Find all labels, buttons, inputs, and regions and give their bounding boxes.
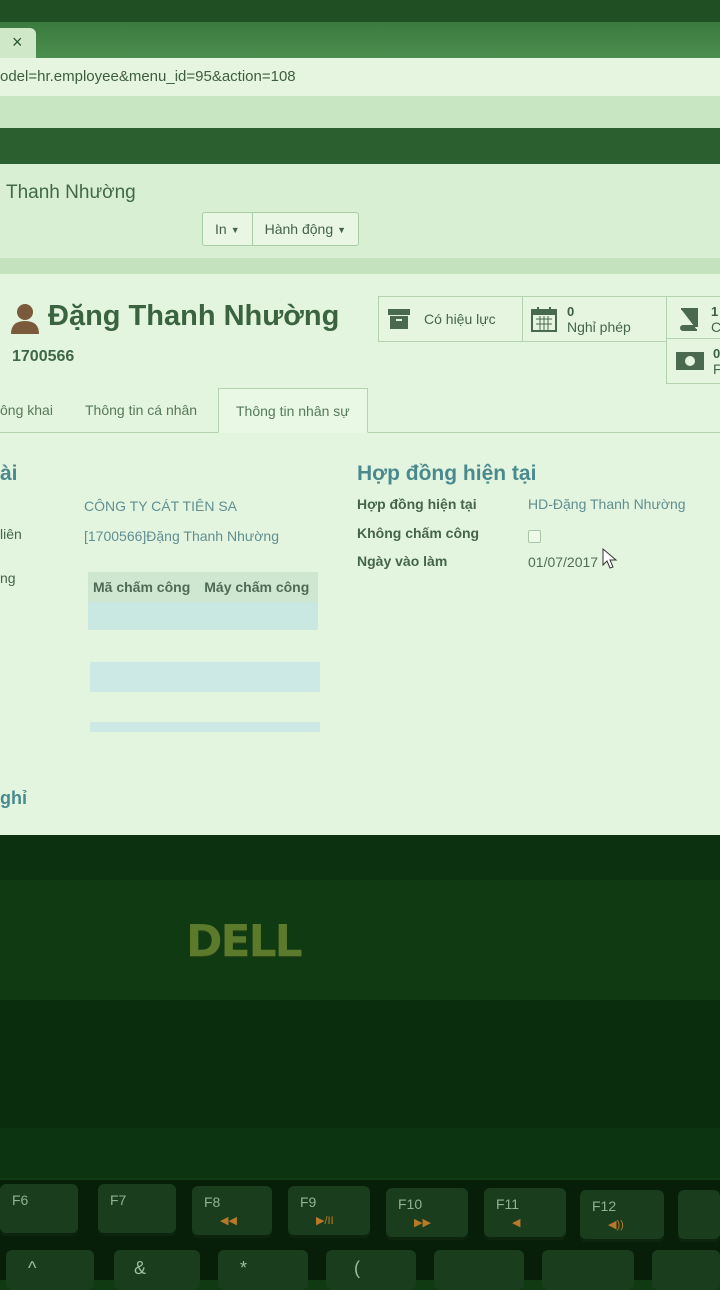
key-next-2[interactable] bbox=[542, 1250, 634, 1290]
form-sheet: Đặng Thanh Nhường 1700566 Có hiệu lực 0 … bbox=[0, 274, 720, 835]
close-icon[interactable]: × bbox=[12, 32, 23, 53]
payslip-label: F bbox=[713, 360, 720, 377]
key-label: * bbox=[240, 1258, 248, 1278]
key-label: F8 bbox=[204, 1194, 221, 1210]
caret-down-icon: ▼ bbox=[230, 225, 240, 236]
print-button[interactable]: In ▼ bbox=[203, 213, 253, 245]
employee-name: Đặng Thanh Nhường bbox=[48, 300, 340, 332]
contract-label: Hợp đồng hiện tại bbox=[357, 496, 477, 512]
start-date-label: Ngày vào làm bbox=[357, 553, 448, 569]
address-bar[interactable]: odel=hr.employee&menu_id=95&action=108 bbox=[0, 58, 720, 97]
key-f10[interactable]: F10 ▶▶ bbox=[386, 1188, 468, 1240]
tab-personal-info[interactable]: Thông tin cá nhân bbox=[72, 388, 210, 431]
fast-forward-icon: ▶▶ bbox=[414, 1217, 431, 1229]
key-f8[interactable]: F8 ◀◀ bbox=[192, 1186, 272, 1238]
key-label: F9 bbox=[300, 1194, 317, 1210]
leave-group-title: ghỉ bbox=[0, 788, 27, 808]
mouse-cursor-icon bbox=[602, 548, 618, 569]
app-top-nav bbox=[0, 128, 720, 164]
contract-group-title: Hợp đồng hiện tại bbox=[357, 462, 537, 485]
col-attendance-code[interactable]: Mã chấm công bbox=[93, 579, 190, 595]
key-f12[interactable]: F12 ◀)) bbox=[580, 1190, 664, 1242]
key-label: F12 bbox=[592, 1198, 617, 1214]
volume-up-icon: ◀)) bbox=[608, 1219, 624, 1231]
key-caret[interactable]: ^ bbox=[6, 1250, 94, 1290]
archive-icon bbox=[388, 309, 410, 329]
key-f9[interactable]: F9 ▶/II bbox=[288, 1186, 370, 1238]
active-status-button[interactable]: Có hiệu lực bbox=[378, 296, 524, 342]
screen-bezel bbox=[0, 835, 720, 880]
key-next-3[interactable] bbox=[652, 1250, 720, 1290]
url-text[interactable]: odel=hr.employee&menu_id=95&action=108 bbox=[0, 68, 296, 85]
key-label: & bbox=[134, 1258, 147, 1278]
attendance-table-header: Mã chấm công Máy chấm công bbox=[88, 572, 318, 602]
play-pause-icon: ▶/II bbox=[316, 1215, 334, 1227]
tab-hr-info[interactable]: Thông tin nhân sự bbox=[218, 388, 368, 433]
table-footer-bar bbox=[90, 662, 320, 692]
user-icon bbox=[11, 304, 39, 334]
key-label: F11 bbox=[496, 1196, 520, 1212]
table-divider bbox=[90, 722, 320, 732]
notebook-tabs: ông khai Thông tin cá nhân Thông tin nhâ… bbox=[0, 388, 720, 433]
key-label: ^ bbox=[28, 1258, 37, 1278]
leave-button[interactable]: 0 Nghỉ phép bbox=[522, 296, 668, 342]
payslip-button[interactable]: 0 F bbox=[666, 338, 720, 384]
key-f6[interactable]: F6 bbox=[0, 1184, 78, 1236]
key-f11[interactable]: F11 ◀ bbox=[484, 1188, 566, 1240]
action-button[interactable]: Hành động ▼ bbox=[253, 213, 358, 245]
breadcrumb[interactable]: Thanh Nhường bbox=[6, 182, 136, 204]
money-icon bbox=[676, 352, 704, 370]
key-next[interactable] bbox=[434, 1250, 524, 1290]
screen-top-edge bbox=[0, 0, 720, 22]
action-label: Hành động bbox=[264, 221, 334, 237]
no-attendance-label: Không chấm công bbox=[357, 525, 480, 541]
tab-public-info[interactable]: ông khai bbox=[0, 388, 59, 431]
key-label: ( bbox=[354, 1258, 360, 1278]
calendar-icon bbox=[531, 307, 557, 332]
employee-link-label: liên bbox=[0, 526, 22, 542]
rewind-icon: ◀◀ bbox=[220, 1215, 237, 1227]
book-icon bbox=[680, 308, 698, 331]
key-paren[interactable]: ( bbox=[326, 1250, 416, 1290]
key-f7[interactable]: F7 bbox=[98, 1184, 176, 1236]
key-label: F10 bbox=[398, 1196, 423, 1212]
laptop-screen: × odel=hr.employee&menu_id=95&action=108… bbox=[0, 0, 720, 835]
leave-count: 0 bbox=[567, 303, 575, 319]
documents-count: 1 bbox=[711, 303, 719, 319]
start-date-value[interactable]: 01/07/2017 bbox=[528, 554, 598, 570]
leave-label: Nghỉ phép bbox=[567, 318, 631, 335]
documents-button[interactable]: 1 C bbox=[666, 296, 720, 342]
employee-id: 1700566 bbox=[12, 348, 75, 365]
action-button-group: In ▼ Hành động ▼ bbox=[202, 212, 360, 246]
company-value[interactable]: CÔNG TY CÁT TIÊN SA bbox=[84, 498, 237, 514]
no-attendance-checkbox[interactable] bbox=[528, 530, 541, 543]
browser-tab-strip: × bbox=[0, 22, 720, 58]
active-status-label: Có hiệu lực bbox=[424, 311, 496, 327]
attendance-table-row[interactable] bbox=[88, 602, 318, 630]
print-label: In bbox=[215, 221, 227, 237]
sheet-background bbox=[0, 258, 720, 274]
col-attendance-machine[interactable]: Máy chấm công bbox=[204, 579, 309, 595]
contract-value[interactable]: HD-Đặng Thanh Nhường bbox=[528, 496, 686, 512]
attendance-table: Mã chấm công Máy chấm công bbox=[88, 572, 318, 630]
dell-logo: DELL bbox=[186, 916, 303, 967]
documents-label: C bbox=[711, 318, 720, 335]
left-group-title: ài bbox=[0, 462, 18, 485]
payslip-count: 0 bbox=[713, 345, 720, 361]
volume-mute-icon: ◀ bbox=[512, 1217, 521, 1229]
employee-link-value[interactable]: [1700566]Đặng Thanh Nhường bbox=[84, 528, 279, 544]
control-panel: Thanh Nhường In ▼ Hành động ▼ bbox=[0, 164, 720, 259]
laptop-hinge bbox=[0, 1128, 720, 1178]
key-extra[interactable] bbox=[678, 1190, 720, 1242]
attendance-label: ng bbox=[0, 570, 16, 586]
key-label: F6 bbox=[12, 1192, 29, 1208]
bookmark-bar bbox=[0, 96, 720, 128]
key-asterisk[interactable]: * bbox=[218, 1250, 308, 1290]
browser-tab[interactable]: × bbox=[0, 28, 36, 58]
key-ampersand[interactable]: & bbox=[114, 1250, 200, 1290]
key-label: F7 bbox=[110, 1192, 127, 1208]
caret-down-icon: ▼ bbox=[337, 225, 347, 236]
